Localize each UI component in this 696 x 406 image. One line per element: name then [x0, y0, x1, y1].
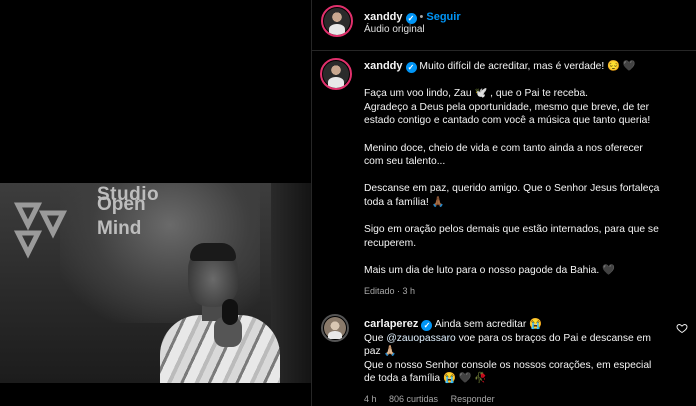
mention-link[interactable]: @zauopassaro	[386, 333, 455, 344]
microphone-icon	[222, 299, 238, 325]
verified-badge-icon: ✓	[405, 62, 417, 73]
audio-label[interactable]: Áudio original	[364, 24, 425, 35]
caption-p1-l2: Agradeço a Deus pela oportunidade, mesmo…	[364, 101, 650, 113]
verified-badge-icon: ✓	[405, 13, 417, 24]
singer-figure	[150, 243, 280, 383]
post-header: xanddy ✓ • Seguir Áudio original	[312, 0, 696, 51]
comment-line2: voe para os braços do Pai e descanse em	[455, 332, 651, 344]
comment-line4: Que o nosso Senhor console os nossos cor…	[364, 359, 652, 371]
header-user-row: xanddy ✓ • Seguir	[364, 7, 461, 25]
caption-p3-l2: toda a família! 🙏🏾	[364, 196, 445, 208]
comment-text: carlaperez ✓ Ainda sem acreditar 😭 Que @z…	[364, 318, 669, 386]
studio-logo-icon	[13, 202, 68, 259]
caption-p4-l1: Sigo em oração pelos demais que estão in…	[364, 224, 659, 236]
comment-line1: Ainda sem acreditar 😭	[434, 319, 542, 330]
header-username[interactable]: xanddy	[364, 11, 403, 23]
heart-icon[interactable]	[676, 322, 688, 334]
separator-dot: •	[419, 11, 424, 23]
caption-p5: Mais um dia de luto para o nosso pagode …	[364, 264, 615, 276]
caption-avatar[interactable]	[320, 58, 352, 90]
wall-text-mind: Mind	[97, 218, 142, 239]
caption-meta: Editado · 3 h	[364, 286, 416, 297]
verified-badge-icon: ✓	[421, 320, 433, 331]
avatar[interactable]	[321, 5, 353, 37]
comment-line5: de toda a família 😭 🖤 🥀	[364, 373, 488, 385]
comment-username[interactable]: carlaperez	[364, 318, 418, 330]
comment-time: 4 h	[364, 394, 377, 404]
comment-likes[interactable]: 806 curtidas	[389, 394, 438, 404]
video-frame[interactable]: Studio Open Mind	[0, 183, 311, 383]
comment-line3: paz 🙏🏼	[364, 346, 397, 358]
wall-text-open: Open	[97, 194, 146, 215]
reply-button[interactable]: Responder	[451, 394, 495, 404]
caption-text: xanddy ✓ Muito difícil de acreditar, mas …	[364, 60, 684, 299]
caption-p3-l1: Descanse em paz, querido amigo. Que o Se…	[364, 183, 660, 195]
post-panel: xanddy ✓ • Seguir Áudio original xanddy ✓ Mu…	[311, 0, 696, 406]
caption-p2-l2: com seu talento...	[364, 156, 446, 168]
caption-p1-l3: estado contigo e cantado com você a músi…	[364, 115, 651, 127]
caption-username[interactable]: xanddy	[364, 60, 403, 72]
comment-meta: 4 h 806 curtidas Responder	[364, 394, 505, 404]
caption-p2-l1: Menino doce, cheio de vida e com tanto a…	[364, 142, 643, 154]
media-pane[interactable]: Studio Open Mind	[0, 0, 311, 406]
caption-p1-l1: Faça um voo lindo, Zau 🕊️ , que o Pai te…	[364, 88, 589, 100]
caption-line1: Muito difícil de acreditar, mas é verdad…	[419, 61, 636, 72]
follow-button[interactable]: Seguir	[426, 11, 460, 23]
caption-p4-l2: recuperem.	[364, 237, 417, 249]
comment-line2-prefix: Que	[364, 332, 387, 344]
comment-avatar[interactable]	[321, 314, 349, 342]
